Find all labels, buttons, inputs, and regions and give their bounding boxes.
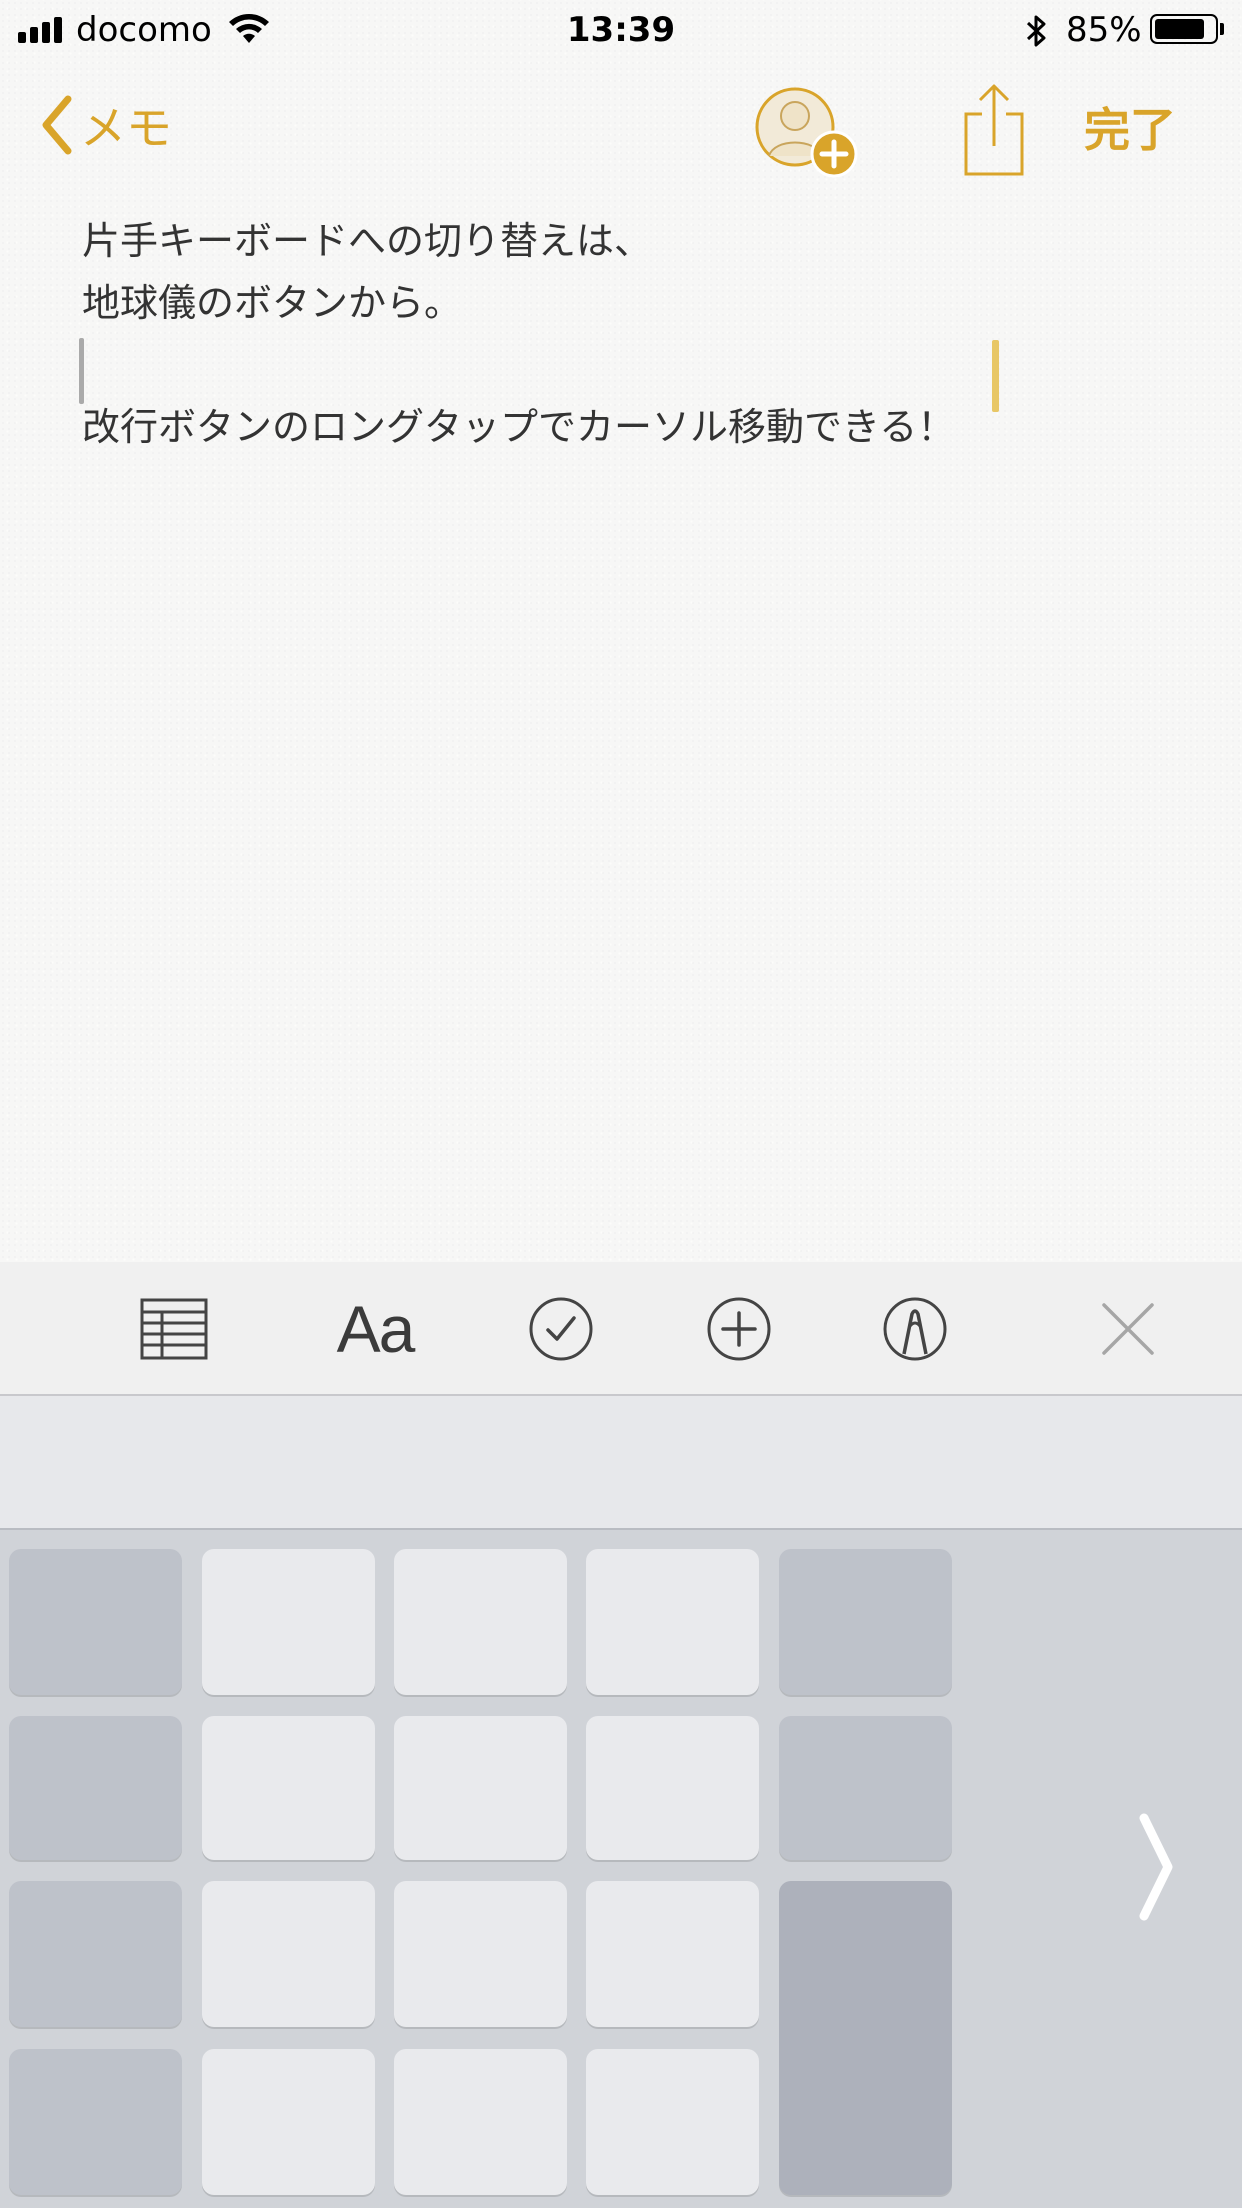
note-body[interactable]: 片手キーボードへの切り替えは、 地球儀のボタンから。 改行ボタンのロングタップで… [82, 210, 1182, 458]
table-icon [140, 1298, 208, 1360]
keyboard-key[interactable] [202, 1549, 375, 1695]
note-background[interactable] [0, 0, 1242, 1262]
insert-button[interactable] [704, 1290, 774, 1368]
checklist-icon [529, 1297, 593, 1361]
notes-app-screen: docomo 13:39 85% メモ 完了 片手キーボードへの切り替えは、 地… [0, 0, 1242, 2208]
bluetooth-icon [1026, 15, 1046, 47]
keyboard-key[interactable] [9, 1716, 182, 1860]
share-icon [964, 84, 1024, 176]
note-line: 改行ボタンのロングタップでカーソル移動できる！ [82, 405, 956, 449]
keyboard-key[interactable] [202, 2049, 375, 2195]
keyboard-key[interactable] [202, 1716, 375, 1860]
keyboard-key[interactable] [394, 1716, 567, 1860]
back-button[interactable]: メモ [40, 90, 172, 160]
floating-cursor [992, 340, 999, 412]
keyboard-key[interactable] [9, 1549, 182, 1695]
battery-percent: 85% [1066, 10, 1142, 50]
close-toolbar-button[interactable] [1098, 1290, 1158, 1368]
text-cursor [79, 338, 84, 404]
add-people-button[interactable] [752, 82, 862, 182]
formatting-toolbar: Aa [0, 1262, 1242, 1396]
keyboard-key[interactable] [586, 1549, 759, 1695]
format-text-button[interactable]: Aa [328, 1290, 422, 1368]
expand-keyboard-button[interactable] [1130, 1812, 1180, 1922]
close-icon [1102, 1303, 1154, 1355]
return-key[interactable] [779, 1881, 952, 2195]
share-button[interactable] [962, 80, 1026, 180]
markup-button[interactable] [880, 1290, 950, 1368]
keyboard-key[interactable] [202, 1881, 375, 2027]
keyboard-key[interactable] [394, 2049, 567, 2195]
status-bar: docomo 13:39 85% [0, 0, 1242, 60]
status-time: 13:39 [566, 10, 676, 50]
keyboard-key[interactable] [586, 1716, 759, 1860]
add-icon [707, 1297, 771, 1361]
chevron-right-icon [1139, 1813, 1173, 1921]
keyboard-suggestion-bar [0, 1396, 1242, 1530]
keyboard-key[interactable] [586, 1881, 759, 2027]
format-text-icon: Aa [336, 1292, 416, 1366]
navigation-bar: メモ 完了 [0, 70, 1242, 180]
keyboard-key[interactable] [394, 1549, 567, 1695]
keyboard-key[interactable] [9, 1881, 182, 2027]
note-line: 片手キーボードへの切り替えは、 [82, 219, 653, 263]
add-person-icon [755, 87, 858, 178]
done-button[interactable]: 完了 [1084, 94, 1176, 160]
chevron-left-icon [42, 95, 72, 155]
note-line: 地球儀のボタンから。 [82, 281, 463, 325]
back-button-label: メモ [80, 101, 172, 155]
markup-icon [883, 1297, 947, 1361]
keyboard-key[interactable] [9, 2049, 182, 2195]
keyboard-key[interactable] [394, 1881, 567, 2027]
keyboard-key[interactable] [779, 1716, 952, 1860]
keyboard-key[interactable] [586, 2049, 759, 2195]
battery-tip [1220, 23, 1224, 35]
note-line [82, 334, 1182, 396]
battery-icon [1150, 14, 1218, 44]
keyboard-key[interactable] [779, 1549, 952, 1695]
table-button[interactable] [134, 1290, 214, 1368]
checklist-button[interactable] [526, 1290, 596, 1368]
battery-level-fill [1155, 19, 1204, 39]
